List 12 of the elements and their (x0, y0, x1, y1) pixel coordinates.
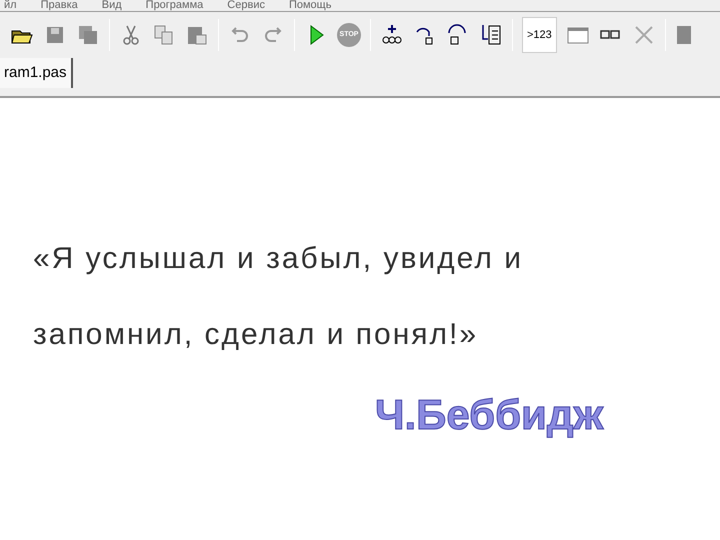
menu-item[interactable]: Правка (40, 0, 78, 11)
menu-item[interactable]: Сервис (227, 0, 265, 11)
file-tab[interactable]: ram1.pas (0, 58, 73, 88)
menu-item[interactable]: Программа (146, 0, 204, 11)
quote-line: «Я услышал и забыл, увидел и (33, 241, 524, 277)
menu-item[interactable]: йл (4, 0, 17, 11)
menu-item[interactable]: Помощь (288, 0, 332, 11)
menu-item[interactable]: Вид (102, 0, 122, 11)
author-name: Ч.Беббидж (375, 390, 604, 440)
quote-line: запомнил, сделал и понял!» (33, 317, 480, 353)
floppies-icon[interactable] (76, 23, 100, 47)
output-button[interactable]: >123 (522, 17, 557, 53)
